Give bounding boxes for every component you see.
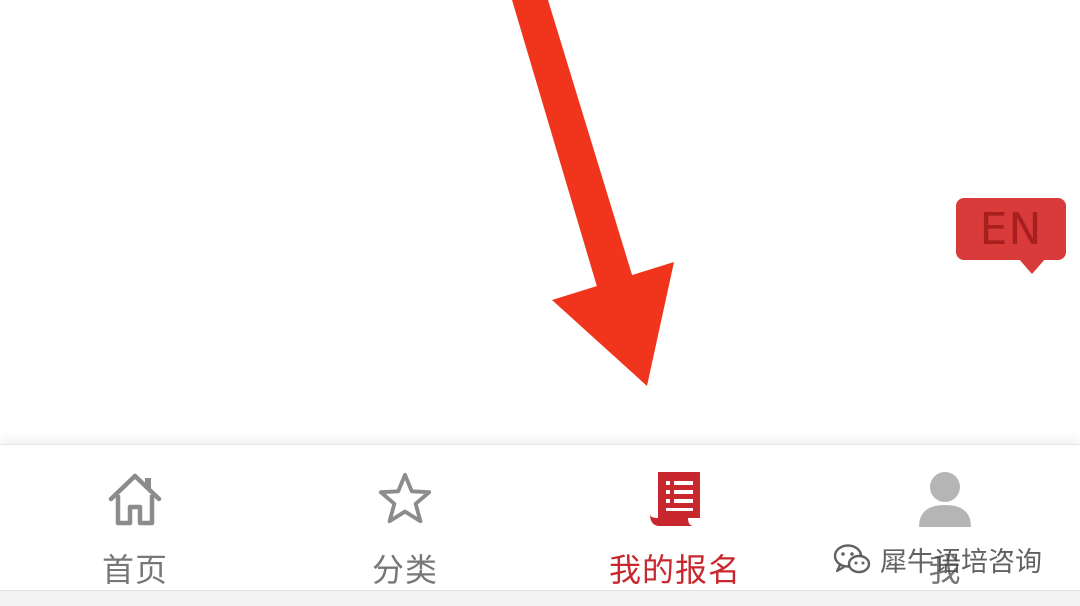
watermark: 犀牛语培咨询 <box>832 536 1042 582</box>
tab-my-registrations-label: 我的报名 <box>608 551 741 589</box>
language-toggle-tail <box>1018 258 1046 274</box>
tab-my-registrations[interactable]: 我的报名 <box>540 445 810 591</box>
language-toggle-label: EN <box>979 203 1043 255</box>
tab-category[interactable]: 分类 <box>270 445 540 591</box>
bottom-safe-area <box>0 590 1080 606</box>
star-icon <box>373 467 437 531</box>
tab-home[interactable]: 首页 <box>0 445 270 591</box>
watermark-text: 犀牛语培咨询 <box>880 546 1042 578</box>
tab-category-label: 分类 <box>371 551 438 589</box>
arrow-head <box>552 262 674 386</box>
arrow-shaft <box>512 0 633 290</box>
user-icon <box>913 467 977 531</box>
language-toggle-button[interactable]: EN <box>956 198 1066 260</box>
document-list-icon <box>643 467 707 531</box>
wechat-logo-icon <box>833 544 871 574</box>
home-icon <box>103 467 167 531</box>
app-screen: EN 首页 分类 我的报名 我 犀牛语培咨询 <box>0 0 1080 606</box>
tab-home-label: 首页 <box>101 551 168 589</box>
